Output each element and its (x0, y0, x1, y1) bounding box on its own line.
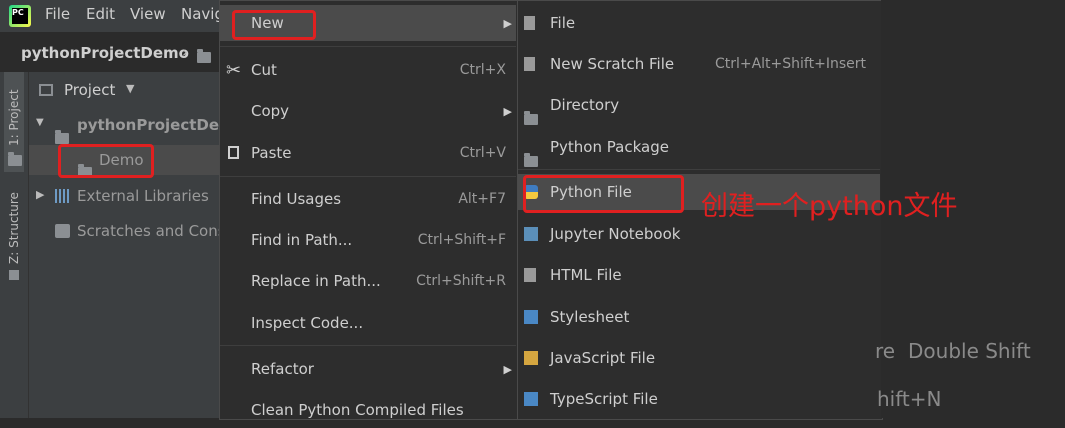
menu-item-replace-in-path[interactable]: Replace in Path... Ctrl+Shift+R (220, 263, 516, 299)
menu-item-find-usages-label: Find Usages (251, 190, 342, 208)
tree-item-external-label: External Libraries (77, 187, 209, 205)
project-tab-icon (8, 152, 22, 166)
tree-root[interactable]: ▼ pythonProjectDem (29, 111, 235, 144)
menu-edit[interactable]: Edit (86, 5, 115, 23)
scissors-icon: ✂ (226, 60, 242, 81)
submenu-item-html-label: HTML File (550, 266, 622, 284)
menu-file[interactable]: File (45, 5, 70, 23)
project-header[interactable]: Project ▼ (29, 75, 219, 105)
submenu-item-typescript[interactable]: TypeScript File (518, 381, 880, 417)
chevron-down-icon[interactable]: ▼ (126, 82, 134, 95)
project-tab[interactable]: 1: Project (4, 72, 24, 172)
submenu-item-javascript-label: JavaScript File (550, 349, 656, 367)
menu-item-cut-shortcut: Ctrl+X (459, 62, 506, 78)
new-highlight-box (232, 10, 316, 40)
annotation-text: 创建一个python文件 (701, 191, 958, 222)
submenu-item-html[interactable]: HTML File (518, 257, 880, 293)
menu-view[interactable]: View (130, 5, 166, 23)
menu-navigate[interactable]: Navig (181, 5, 224, 23)
separator (220, 46, 516, 47)
menu-item-cut-label: Cut (251, 61, 277, 79)
submenu-item-file[interactable]: File (518, 5, 880, 41)
hint-tail: re (875, 339, 896, 363)
typescript-icon (524, 392, 538, 406)
submenu-item-stylesheet-label: Stylesheet (550, 308, 630, 326)
submenu-item-jupyter-label: Jupyter Notebook (550, 225, 681, 243)
menu-item-find-in-path[interactable]: Find in Path... Ctrl+Shift+F (220, 222, 516, 258)
project-tab-label: 1: Project (7, 89, 21, 146)
menu-item-paste[interactable]: Paste Ctrl+V (220, 135, 516, 171)
submenu-arrow-icon: ▶ (503, 104, 512, 118)
structure-tab-label: Z: Structure (7, 192, 21, 264)
menu-item-find-in-path-label: Find in Path... (251, 231, 353, 249)
css-icon (524, 310, 538, 324)
menu-item-find-in-path-shortcut: Ctrl+Shift+F (417, 232, 506, 248)
scratch-file-icon (524, 57, 535, 71)
project-view-icon (39, 84, 53, 96)
menu-item-inspect-label: Inspect Code... (251, 314, 364, 332)
separator (518, 169, 880, 170)
submenu-item-package-label: Python Package (550, 138, 669, 156)
submenu-item-javascript[interactable]: JavaScript File (518, 340, 880, 376)
html-icon (524, 268, 536, 282)
menu-item-copy-label: Copy (251, 102, 290, 120)
expand-icon[interactable]: ▶ (36, 188, 44, 201)
logo-text: PC (12, 8, 28, 24)
package-icon (524, 152, 538, 167)
submenu-item-scratch-shortcut: Ctrl+Alt+Shift+Insert (714, 56, 866, 72)
structure-tab[interactable]: Z: Structure (4, 186, 24, 286)
menu-item-replace-shortcut: Ctrl+Shift+R (416, 273, 506, 289)
menu-item-find-usages[interactable]: Find Usages Alt+F7 (220, 181, 516, 217)
structure-icon (9, 270, 19, 280)
menu-item-paste-label: Paste (251, 144, 292, 162)
menu-item-find-usages-shortcut: Alt+F7 (458, 191, 506, 207)
submenu-item-typescript-label: TypeScript File (550, 390, 658, 408)
separator (220, 176, 516, 177)
project-panel: Project ▼ ▼ pythonProjectDem Demo ▶ Exte… (29, 72, 235, 418)
submenu-item-directory[interactable]: Directory (518, 87, 880, 125)
folder-icon (524, 110, 538, 125)
submenu-arrow-icon: ▶ (503, 362, 512, 376)
python-file-highlight-box (523, 175, 684, 213)
separator (220, 345, 516, 346)
hint-tail-2: hift+N (877, 387, 942, 411)
menu-item-copy[interactable]: Copy ▶ (220, 93, 516, 129)
breadcrumb-chevron-icon: › (182, 43, 188, 61)
clipboard-icon (228, 146, 239, 159)
menu-item-refactor[interactable]: Refactor ▶ (220, 351, 516, 387)
menu-item-paste-shortcut: Ctrl+V (459, 145, 506, 161)
file-icon (524, 16, 535, 30)
tree-item-scratches[interactable]: Scratches and Cons (29, 216, 226, 246)
tree-item-external-libraries[interactable]: ▶ External Libraries (29, 181, 219, 211)
submenu-item-package[interactable]: Python Package (518, 129, 880, 167)
tool-window-strip: 1: Project Z: Structure (0, 72, 29, 418)
project-header-label: Project (64, 81, 116, 99)
demo-highlight-box (58, 144, 154, 178)
library-icon (55, 189, 71, 203)
menu-item-clean[interactable]: Clean Python Compiled Files (220, 392, 516, 428)
menu-item-inspect-code[interactable]: Inspect Code... (220, 305, 516, 341)
submenu-item-directory-label: Directory (550, 96, 620, 114)
submenu-item-scratch-label: New Scratch File (550, 55, 675, 73)
context-menu: New ▶ ✂ Cut Ctrl+X Copy ▶ Paste Ctrl+V F… (219, 0, 519, 420)
folder-icon (55, 129, 69, 144)
breadcrumb-project[interactable]: pythonProjectDemo (21, 44, 189, 62)
menu-item-replace-label: Replace in Path... (251, 272, 381, 290)
pycharm-logo-icon: PC (9, 5, 31, 27)
tree-item-scratches-label: Scratches and Cons (77, 222, 226, 240)
javascript-icon (524, 351, 538, 365)
expand-icon[interactable]: ▼ (36, 117, 44, 128)
folder-icon (197, 49, 211, 63)
menu-item-refactor-label: Refactor (251, 360, 314, 378)
menu-item-cut[interactable]: ✂ Cut Ctrl+X (220, 52, 516, 88)
jupyter-icon (524, 227, 538, 241)
submenu-item-file-label: File (550, 14, 576, 32)
hint-shortcut: Double Shift (908, 339, 1031, 363)
submenu-arrow-icon: ▶ (503, 16, 512, 30)
menu-item-clean-label: Clean Python Compiled Files (251, 401, 464, 419)
scratches-icon (55, 224, 70, 238)
submenu-item-scratch[interactable]: New Scratch File Ctrl+Alt+Shift+Insert (518, 46, 880, 82)
tree-root-label: pythonProjectDem (77, 116, 235, 134)
submenu-item-stylesheet[interactable]: Stylesheet (518, 299, 880, 335)
